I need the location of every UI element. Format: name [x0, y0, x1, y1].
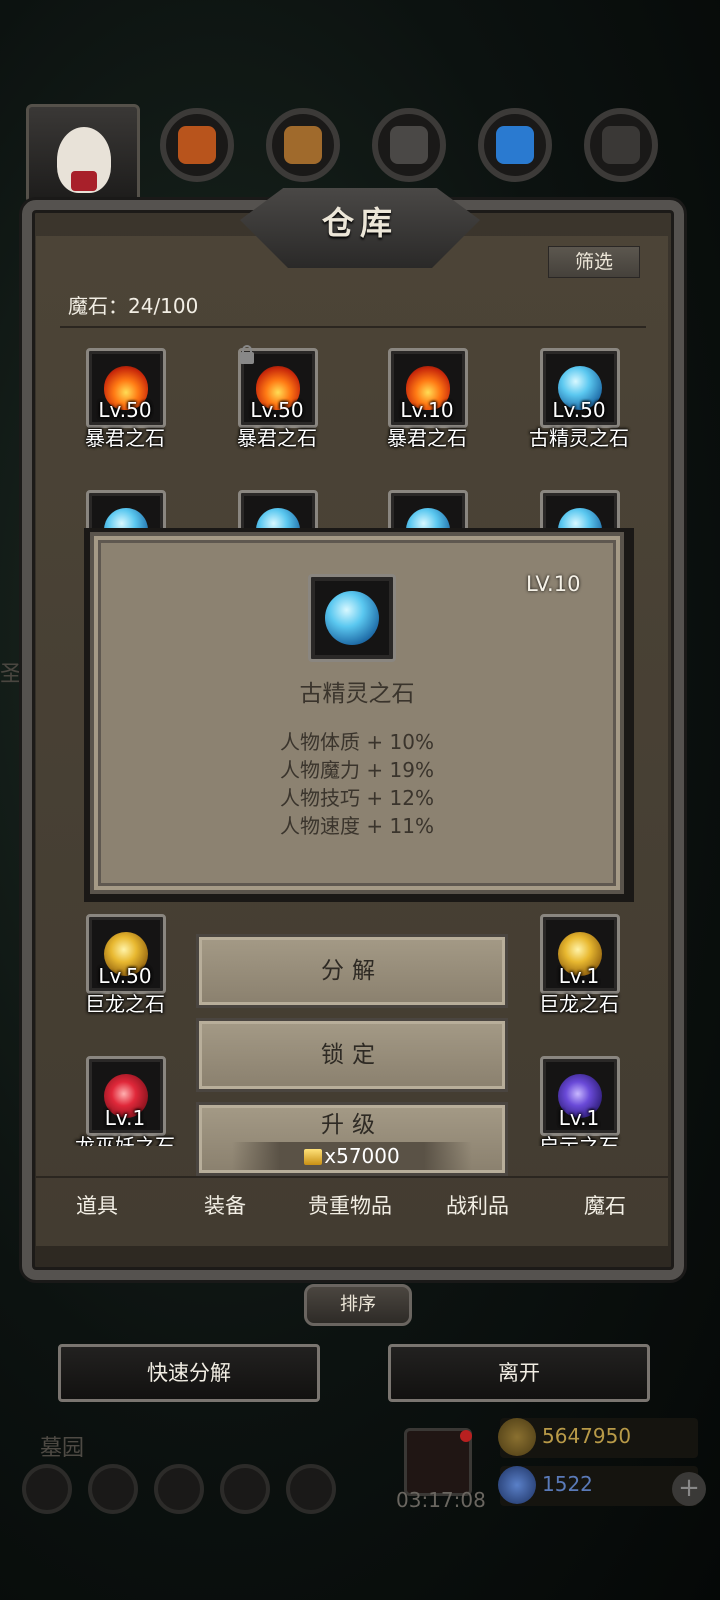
gold-coin-icon — [498, 1418, 536, 1456]
add-currency-icon[interactable]: + — [672, 1472, 706, 1506]
map-icon[interactable] — [286, 1464, 336, 1514]
item-level: Lv.1 — [104, 1106, 146, 1130]
item-level: Lv.10 — [400, 398, 454, 422]
meat-icon — [160, 108, 234, 182]
popup-stat: 人物体质 + 10% — [280, 730, 434, 754]
tab-magic-stones[interactable]: 魔石 — [584, 1190, 626, 1220]
wood-icon — [266, 108, 340, 182]
stone-item[interactable]: Lv.1 启示之石 — [504, 1056, 654, 1146]
blue-gem-icon — [498, 1466, 536, 1504]
book-icon[interactable] — [154, 1464, 204, 1514]
rabbit-face-icon — [57, 127, 111, 193]
tab-loot[interactable]: 战利品 — [446, 1190, 509, 1220]
side-label-left: 圣 — [0, 662, 23, 687]
star-icon[interactable] — [88, 1464, 138, 1514]
settings-icon[interactable] — [22, 1464, 72, 1514]
category-tabs: 道具 装备 贵重物品 战利品 魔石 — [36, 1176, 668, 1232]
gift-timer: 03:17:08 — [396, 1488, 486, 1512]
stone-item[interactable]: Lv.50 暴君之石 — [202, 345, 352, 458]
upgrade-label: 升级 — [321, 1112, 383, 1138]
popup-level: LV.10 — [526, 572, 581, 596]
sort-button[interactable]: 排序 — [304, 1284, 412, 1326]
item-name: 暴君之石 — [237, 426, 317, 450]
popup-stat: 人物速度 + 11% — [280, 814, 434, 838]
notification-dot — [460, 1430, 472, 1442]
stone-count: 魔石：24/100 — [68, 294, 199, 318]
item-level: Lv.50 — [98, 398, 152, 422]
panel-title: 仓库 — [321, 204, 398, 242]
stone-item[interactable]: Lv.50 巨龙之石 — [50, 914, 200, 1024]
decompose-button[interactable]: 分解 — [196, 934, 508, 1008]
divider — [60, 326, 646, 328]
stone-item[interactable]: Lv.50 暴君之石 — [50, 348, 200, 458]
popup-item-name: 古精灵之石 — [299, 681, 415, 707]
iron-icon — [372, 108, 446, 182]
item-name: 巨龙之石 — [85, 992, 165, 1016]
crystal-icon — [478, 108, 552, 182]
mail-icon[interactable] — [220, 1464, 270, 1514]
item-level: Lv.50 — [98, 964, 152, 988]
stone-item[interactable]: Lv.1 巨龙之石 — [504, 914, 654, 1024]
stone-item[interactable]: Lv.1 龙巫妖之石 — [50, 1056, 200, 1146]
upgrade-cost: x57000 — [232, 1142, 472, 1170]
quick-decompose-button[interactable]: 快速分解 — [58, 1344, 320, 1402]
gold-amount: 5647950 — [542, 1424, 632, 1448]
item-level: Lv.1 — [558, 964, 600, 988]
filter-button[interactable]: 筛选 — [548, 246, 640, 278]
popup-stat: 人物技巧 + 12% — [280, 786, 434, 810]
anvil-icon — [584, 108, 658, 182]
stone-item[interactable]: Lv.10 暴君之石 — [352, 348, 502, 458]
stone-item[interactable]: Lv.50 古精灵之石 — [504, 348, 654, 458]
leave-button[interactable]: 离开 — [388, 1344, 650, 1402]
item-name: 龙巫妖之石 — [75, 1134, 175, 1146]
lock-button[interactable]: 锁定 — [196, 1018, 508, 1092]
player-avatar[interactable] — [26, 104, 140, 204]
tab-items[interactable]: 道具 — [76, 1190, 118, 1220]
popup-stat: 人物魔力 + 19% — [280, 758, 434, 782]
item-name: 古精灵之石 — [529, 426, 629, 450]
item-level: Lv.50 — [250, 398, 304, 422]
tab-valuables[interactable]: 贵重物品 — [308, 1190, 392, 1220]
item-name: 暴君之石 — [85, 426, 165, 450]
item-level: Lv.1 — [558, 1106, 600, 1130]
gem-amount: 1522 — [542, 1472, 593, 1496]
upgrade-cost-value: x57000 — [324, 1144, 400, 1168]
location-label: 墓园 — [40, 1436, 85, 1461]
gold-bar-icon — [304, 1149, 323, 1165]
item-name: 启示之石 — [539, 1134, 619, 1146]
item-name: 巨龙之石 — [539, 992, 619, 1016]
item-level: Lv.50 — [552, 398, 606, 422]
item-name: 暴君之石 — [387, 426, 467, 450]
popup-item-slot — [308, 574, 396, 662]
elf-stone-icon — [325, 591, 379, 645]
lock-icon — [240, 345, 254, 364]
tab-equipment[interactable]: 装备 — [204, 1190, 246, 1220]
